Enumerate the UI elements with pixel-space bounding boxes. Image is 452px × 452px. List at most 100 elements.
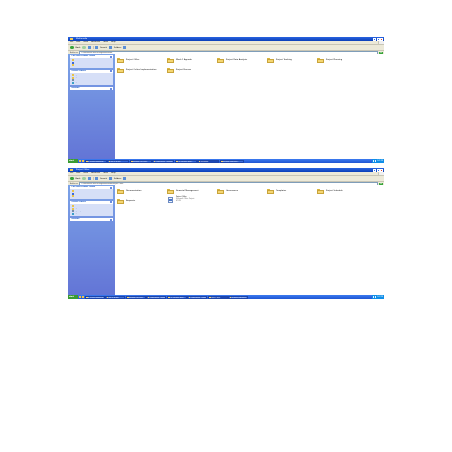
folder-label: Project Data Analysis: [226, 59, 248, 61]
menu-favorites[interactable]: Favorites: [91, 41, 100, 44]
taskbar-button[interactable]: 4 Certified Implement...: [84, 295, 105, 299]
taskbar-button[interactable]: Windows Office mw...: [129, 159, 152, 163]
folders-icon[interactable]: [109, 46, 113, 49]
quick-launch-icon[interactable]: [81, 296, 84, 298]
pane-title: Details: [71, 218, 80, 221]
window-title: Project Office: [76, 169, 90, 171]
taskbar-button[interactable]: Cat_Microsoft Word...: [166, 295, 187, 299]
pane-header[interactable]: File and Folder Tasks: [70, 55, 113, 58]
search-label[interactable]: Search: [100, 47, 107, 49]
pane-header[interactable]: File and Folder Tasks: [70, 186, 113, 189]
folders-label[interactable]: Folders: [114, 47, 121, 49]
window-title: Multimedia: [76, 38, 88, 40]
close-icon[interactable]: [380, 37, 383, 41]
forward-arrow-icon[interactable]: [82, 45, 86, 50]
pane-title: Other Places: [71, 69, 86, 72]
menu-tools[interactable]: Tools: [103, 172, 108, 175]
place-label: My Documents: [74, 77, 86, 79]
title-bar[interactable]: Multimedia: [68, 37, 384, 41]
back-label[interactable]: Back: [76, 47, 81, 49]
chevron-up-icon[interactable]: [110, 55, 112, 58]
folder-item[interactable]: Project Schedule: [317, 187, 343, 195]
menu-edit[interactable]: Edit: [76, 172, 80, 175]
menu-edit[interactable]: Edit: [76, 41, 80, 44]
chevron-up-icon[interactable]: [110, 201, 112, 204]
windows-flag-icon: [378, 41, 384, 44]
folder-item[interactable]: Governance: [217, 187, 238, 195]
folder-label: Project Process: [176, 69, 192, 71]
explorer-body: File and Folder Tasks Make a new folder …: [68, 54, 384, 159]
taskbar-button[interactable]: How to do last: [105, 295, 125, 299]
search-icon[interactable]: [95, 177, 99, 180]
search-icon[interactable]: [95, 46, 99, 49]
up-folder-icon[interactable]: [87, 46, 91, 49]
folder-label: Week 1 Agenda: [176, 59, 192, 61]
pane-header[interactable]: Details: [70, 87, 113, 91]
taskbar-button[interactable]: Presentations - Project: [187, 295, 207, 299]
views-icon[interactable]: [123, 177, 127, 180]
place-item[interactable]: My Network Places: [71, 81, 112, 85]
chevron-up-icon[interactable]: [110, 186, 112, 189]
views-icon[interactable]: [123, 46, 127, 49]
quick-launch-icon[interactable]: [81, 160, 84, 162]
folder-item[interactable]: Templates: [267, 187, 286, 195]
folder-label: Project Office: [126, 59, 140, 61]
folder-item[interactable]: Documentation: [117, 187, 141, 195]
network-icon: [71, 212, 74, 215]
clock: 2:21 PM: [376, 160, 383, 162]
folder-item[interactable]: Week 1 Agenda: [167, 56, 192, 64]
folder-item[interactable]: Project Office: [117, 56, 139, 64]
close-icon[interactable]: [380, 168, 383, 172]
menu-view[interactable]: View: [83, 41, 88, 44]
taskbar-button[interactable]: Microsoft PowerPoint...: [219, 159, 244, 163]
taskbar-button[interactable]: Windows Office mw...: [125, 295, 146, 299]
task-label: Share this folder: [74, 64, 87, 66]
taskbar-button[interactable]: Presentations - Microsoft: [152, 159, 174, 163]
chevron-down-icon[interactable]: [110, 218, 112, 221]
back-arrow-icon[interactable]: [70, 176, 74, 181]
folder-item[interactable]: Financial Management: [167, 187, 199, 195]
task-share-folder[interactable]: Share this folder: [71, 64, 112, 67]
taskbar-button-active[interactable]: Project Office: [207, 295, 228, 299]
back-arrow-icon[interactable]: [70, 45, 74, 50]
menu-favorites[interactable]: Favorites: [91, 172, 100, 175]
folders-icon[interactable]: [109, 177, 113, 180]
menu-file[interactable]: File: [70, 41, 73, 44]
menu-tools[interactable]: Tools: [103, 41, 108, 44]
start-button[interactable]: start: [68, 295, 78, 299]
folder-item[interactable]: Project Data Analysis: [217, 56, 247, 64]
taskbar-button[interactable]: How to do last: [107, 159, 129, 163]
taskbar-button[interactable]: Cat_Microsoft Word...: [174, 159, 197, 163]
forward-arrow-icon[interactable]: [82, 176, 86, 181]
taskbar-button[interactable]: 4 Certified Implement...: [84, 159, 107, 163]
taskbar-button[interactable]: Presentations - Microsoft: [146, 295, 166, 299]
menu-view[interactable]: View: [83, 172, 88, 175]
task-share-folder[interactable]: Share this folder: [71, 195, 112, 198]
start-button[interactable]: start: [68, 159, 78, 163]
menu-help[interactable]: Help: [111, 41, 116, 44]
folder-item[interactable]: Project Process: [167, 66, 191, 74]
folder-item[interactable]: Project Planning: [317, 56, 342, 64]
taskbar-button-active[interactable]: Multimedia: [197, 159, 219, 163]
title-bar[interactable]: Project Office: [68, 168, 384, 172]
folder-item[interactable]: Requests: [117, 197, 135, 205]
pane-header[interactable]: Other Places: [70, 69, 113, 73]
place-item[interactable]: My Network Places: [71, 212, 112, 216]
folders-label[interactable]: Folders: [114, 178, 121, 180]
pane-header[interactable]: Details: [70, 218, 113, 222]
task-label: Make a new folder: [74, 190, 89, 192]
pane-header[interactable]: Other Places: [70, 200, 113, 204]
explorer-body: File and Folder Tasks Make a new folder …: [68, 185, 384, 295]
folder-item[interactable]: Project Tracking: [267, 56, 292, 64]
chevron-down-icon[interactable]: [110, 87, 112, 90]
back-label[interactable]: Back: [76, 178, 81, 180]
menu-file[interactable]: File: [70, 172, 73, 175]
taskbar-button[interactable]: Microsoft PowerPoint...: [228, 295, 248, 299]
chevron-up-icon[interactable]: [110, 70, 112, 73]
menu-help[interactable]: Help: [111, 172, 116, 175]
folder-item[interactable]: Project Online Implementation: [117, 66, 156, 74]
place-label: My Documents: [74, 74, 86, 76]
search-label[interactable]: Search: [100, 178, 107, 180]
file-item[interactable]: Project Office Microsoft Office Project …: [167, 196, 194, 204]
up-folder-icon[interactable]: [87, 177, 91, 180]
